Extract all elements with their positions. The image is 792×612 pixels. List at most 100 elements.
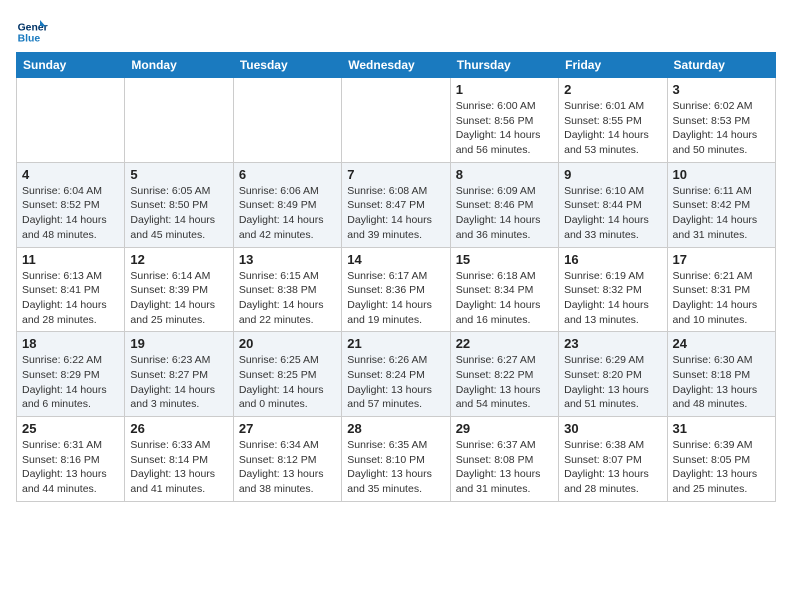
calendar-cell: 30 Sunrise: 6:38 AMSunset: 8:07 PMDayligh… xyxy=(559,417,667,502)
day-info: Sunrise: 6:04 AMSunset: 8:52 PMDaylight:… xyxy=(22,184,119,243)
calendar-cell: 26Sunrise: 6:33 AMSunset: 8:14 PMDayligh… xyxy=(125,417,233,502)
day-info: Sunrise: 6:17 AMSunset: 8:36 PMDaylight:… xyxy=(347,269,444,328)
calendar-cell: 15Sunrise: 6:18 AMSunset: 8:34 PMDayligh… xyxy=(450,247,558,332)
calendar-week-row: 11 Sunrise: 6:13 AMSunset: 8:41 PMDayligh… xyxy=(17,247,776,332)
day-number: 31 xyxy=(673,421,770,436)
calendar-week-row: 18 Sunrise: 6:22 AMSunset: 8:29 PMDayligh… xyxy=(17,332,776,417)
day-number: 11 xyxy=(22,252,119,267)
calendar-cell xyxy=(233,78,341,163)
day-info: Sunrise: 6:01 AMSunset: 8:55 PMDaylight:… xyxy=(564,99,661,158)
day-number: 12 xyxy=(130,252,227,267)
day-number: 5 xyxy=(130,167,227,182)
day-number: 17 xyxy=(673,252,770,267)
day-number: 22 xyxy=(456,336,553,351)
calendar-cell: 11 Sunrise: 6:13 AMSunset: 8:41 PMDayligh… xyxy=(17,247,125,332)
calendar-cell: 23 Sunrise: 6:29 AMSunset: 8:20 PMDayligh… xyxy=(559,332,667,417)
logo-icon: General Blue xyxy=(16,16,48,48)
day-number: 30 xyxy=(564,421,661,436)
day-info: Sunrise: 6:31 AMSunset: 8:16 PMDaylight:… xyxy=(22,438,119,497)
calendar-day-header: Sunday xyxy=(17,53,125,78)
day-number: 20 xyxy=(239,336,336,351)
day-number: 10 xyxy=(673,167,770,182)
calendar-day-header: Tuesday xyxy=(233,53,341,78)
day-info: Sunrise: 6:02 AMSunset: 8:53 PMDaylight:… xyxy=(673,99,770,158)
calendar-cell: 9Sunrise: 6:10 AMSunset: 8:44 PMDaylight… xyxy=(559,162,667,247)
calendar-cell: 1 Sunrise: 6:00 AMSunset: 8:56 PMDaylight… xyxy=(450,78,558,163)
day-number: 16 xyxy=(564,252,661,267)
calendar-cell: 27 Sunrise: 6:34 AMSunset: 8:12 PMDayligh… xyxy=(233,417,341,502)
day-info: Sunrise: 6:22 AMSunset: 8:29 PMDaylight:… xyxy=(22,353,119,412)
calendar-cell: 14Sunrise: 6:17 AMSunset: 8:36 PMDayligh… xyxy=(342,247,450,332)
calendar-day-header: Saturday xyxy=(667,53,775,78)
day-info: Sunrise: 6:11 AMSunset: 8:42 PMDaylight:… xyxy=(673,184,770,243)
day-number: 23 xyxy=(564,336,661,351)
calendar-cell: 12 Sunrise: 6:14 AMSunset: 8:39 PMDayligh… xyxy=(125,247,233,332)
calendar-cell: 16 Sunrise: 6:19 AMSunset: 8:32 PMDayligh… xyxy=(559,247,667,332)
calendar-header-row: SundayMondayTuesdayWednesdayThursdayFrid… xyxy=(17,53,776,78)
day-info: Sunrise: 6:09 AMSunset: 8:46 PMDaylight:… xyxy=(456,184,553,243)
day-info: Sunrise: 6:37 AMSunset: 8:08 PMDaylight:… xyxy=(456,438,553,497)
calendar-cell: 8Sunrise: 6:09 AMSunset: 8:46 PMDaylight… xyxy=(450,162,558,247)
day-info: Sunrise: 6:15 AMSunset: 8:38 PMDaylight:… xyxy=(239,269,336,328)
calendar-day-header: Monday xyxy=(125,53,233,78)
day-number: 1 xyxy=(456,82,553,97)
day-number: 21 xyxy=(347,336,444,351)
calendar-cell xyxy=(125,78,233,163)
day-info: Sunrise: 6:39 AMSunset: 8:05 PMDaylight:… xyxy=(673,438,770,497)
day-number: 24 xyxy=(673,336,770,351)
day-info: Sunrise: 6:38 AMSunset: 8:07 PMDaylight:… xyxy=(564,438,661,497)
day-info: Sunrise: 6:30 AMSunset: 8:18 PMDaylight:… xyxy=(673,353,770,412)
logo: General Blue xyxy=(16,16,48,48)
calendar-week-row: 1 Sunrise: 6:00 AMSunset: 8:56 PMDaylight… xyxy=(17,78,776,163)
day-info: Sunrise: 6:21 AMSunset: 8:31 PMDaylight:… xyxy=(673,269,770,328)
calendar-cell: 10 Sunrise: 6:11 AMSunset: 8:42 PMDayligh… xyxy=(667,162,775,247)
calendar-cell: 17 Sunrise: 6:21 AMSunset: 8:31 PMDayligh… xyxy=(667,247,775,332)
day-info: Sunrise: 6:06 AMSunset: 8:49 PMDaylight:… xyxy=(239,184,336,243)
svg-text:Blue: Blue xyxy=(18,34,41,45)
calendar-cell xyxy=(17,78,125,163)
calendar-cell: 31 Sunrise: 6:39 AMSunset: 8:05 PMDayligh… xyxy=(667,417,775,502)
calendar-cell: 5 Sunrise: 6:05 AMSunset: 8:50 PMDaylight… xyxy=(125,162,233,247)
day-info: Sunrise: 6:27 AMSunset: 8:22 PMDaylight:… xyxy=(456,353,553,412)
calendar-cell: 4 Sunrise: 6:04 AMSunset: 8:52 PMDaylight… xyxy=(17,162,125,247)
calendar-cell: 19Sunrise: 6:23 AMSunset: 8:27 PMDayligh… xyxy=(125,332,233,417)
calendar-week-row: 4 Sunrise: 6:04 AMSunset: 8:52 PMDaylight… xyxy=(17,162,776,247)
day-info: Sunrise: 6:05 AMSunset: 8:50 PMDaylight:… xyxy=(130,184,227,243)
calendar-cell: 28 Sunrise: 6:35 AMSunset: 8:10 PMDayligh… xyxy=(342,417,450,502)
calendar-cell: 13 Sunrise: 6:15 AMSunset: 8:38 PMDayligh… xyxy=(233,247,341,332)
day-number: 26 xyxy=(130,421,227,436)
day-info: Sunrise: 6:19 AMSunset: 8:32 PMDaylight:… xyxy=(564,269,661,328)
calendar-cell xyxy=(342,78,450,163)
day-number: 18 xyxy=(22,336,119,351)
day-number: 3 xyxy=(673,82,770,97)
day-info: Sunrise: 6:29 AMSunset: 8:20 PMDaylight:… xyxy=(564,353,661,412)
calendar-table: SundayMondayTuesdayWednesdayThursdayFrid… xyxy=(16,52,776,502)
calendar-day-header: Wednesday xyxy=(342,53,450,78)
day-number: 25 xyxy=(22,421,119,436)
calendar-week-row: 25 Sunrise: 6:31 AMSunset: 8:16 PMDayligh… xyxy=(17,417,776,502)
page-header: General Blue xyxy=(16,16,776,48)
calendar-cell: 24 Sunrise: 6:30 AMSunset: 8:18 PMDayligh… xyxy=(667,332,775,417)
day-number: 7 xyxy=(347,167,444,182)
day-info: Sunrise: 6:00 AMSunset: 8:56 PMDaylight:… xyxy=(456,99,553,158)
calendar-cell: 7 Sunrise: 6:08 AMSunset: 8:47 PMDaylight… xyxy=(342,162,450,247)
day-number: 15 xyxy=(456,252,553,267)
day-number: 19 xyxy=(130,336,227,351)
day-number: 4 xyxy=(22,167,119,182)
calendar-cell: 29Sunrise: 6:37 AMSunset: 8:08 PMDayligh… xyxy=(450,417,558,502)
day-info: Sunrise: 6:35 AMSunset: 8:10 PMDaylight:… xyxy=(347,438,444,497)
day-number: 2 xyxy=(564,82,661,97)
day-info: Sunrise: 6:14 AMSunset: 8:39 PMDaylight:… xyxy=(130,269,227,328)
day-number: 6 xyxy=(239,167,336,182)
day-number: 28 xyxy=(347,421,444,436)
calendar-day-header: Thursday xyxy=(450,53,558,78)
day-info: Sunrise: 6:25 AMSunset: 8:25 PMDaylight:… xyxy=(239,353,336,412)
day-number: 13 xyxy=(239,252,336,267)
day-number: 27 xyxy=(239,421,336,436)
calendar-cell: 2 Sunrise: 6:01 AMSunset: 8:55 PMDaylight… xyxy=(559,78,667,163)
calendar-cell: 25 Sunrise: 6:31 AMSunset: 8:16 PMDayligh… xyxy=(17,417,125,502)
day-info: Sunrise: 6:34 AMSunset: 8:12 PMDaylight:… xyxy=(239,438,336,497)
day-info: Sunrise: 6:08 AMSunset: 8:47 PMDaylight:… xyxy=(347,184,444,243)
day-info: Sunrise: 6:13 AMSunset: 8:41 PMDaylight:… xyxy=(22,269,119,328)
day-number: 9 xyxy=(564,167,661,182)
